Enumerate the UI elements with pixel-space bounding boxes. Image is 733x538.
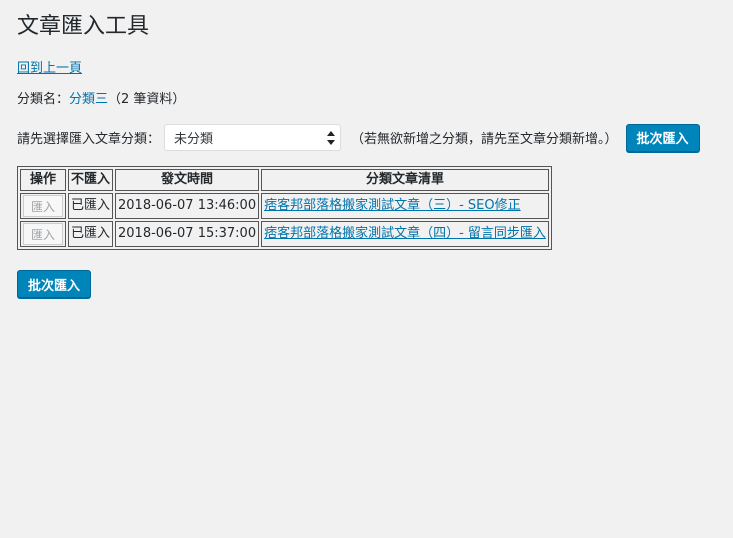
- category-select-value: 未分類: [174, 132, 214, 147]
- table-header-row: 操作 不匯入 發文時間 分類文章清單: [20, 169, 549, 191]
- skip-status: 已匯入: [68, 221, 114, 247]
- post-date: 2018-06-07 15:37:00: [115, 221, 260, 247]
- category-select[interactable]: 未分類: [164, 124, 342, 151]
- post-date: 2018-06-07 13:46:00: [115, 193, 260, 219]
- category-count: （2 筆資料）: [108, 92, 186, 107]
- category-select-label: 請先選擇匯入文章分類：: [17, 132, 161, 147]
- header-date: 發文時間: [115, 169, 260, 191]
- category-name: 分類三: [69, 92, 109, 107]
- header-action: 操作: [20, 169, 66, 191]
- page: { "page": { "title": "文章匯入工具", "back_lin…: [0, 0, 733, 538]
- header-list: 分類文章清單: [261, 169, 549, 191]
- page-title: 文章匯入工具: [17, 14, 150, 39]
- import-table: 操作 不匯入 發文時間 分類文章清單 匯入 已匯入 2018-06-07 13:…: [17, 166, 552, 250]
- category-line: 分類名：分類三（2 筆資料）: [17, 91, 185, 109]
- batch-import-button-bottom[interactable]: 批次匯入: [17, 270, 91, 298]
- table-row: 匯入 已匯入 2018-06-07 13:46:00 痞客邦部落格搬家測試文章（…: [20, 193, 549, 219]
- post-title-cell: 痞客邦部落格搬家測試文章（四）- 留言同步匯入: [261, 221, 549, 247]
- action-cell: 匯入: [20, 221, 66, 247]
- post-title-link[interactable]: 痞客邦部落格搬家測試文章（四）- 留言同步匯入: [264, 226, 546, 241]
- back-link[interactable]: 回到上一頁: [17, 60, 82, 78]
- import-button[interactable]: 匯入: [23, 195, 63, 217]
- category-select-row: 請先選擇匯入文章分類： 未分類 （若無欲新增之分類，請先至文章分類新增。） 批次…: [17, 123, 700, 152]
- post-title-link[interactable]: 痞客邦部落格搬家測試文章（三）- SEO修正: [264, 198, 521, 213]
- skip-status: 已匯入: [68, 193, 114, 219]
- select-arrows-icon: [327, 131, 336, 145]
- action-cell: 匯入: [20, 193, 66, 219]
- header-skip: 不匯入: [68, 169, 114, 191]
- import-button[interactable]: 匯入: [23, 223, 63, 245]
- category-hint: （若無欲新增之分類，請先至文章分類新增。）: [351, 132, 618, 147]
- category-label: 分類名：: [17, 92, 70, 107]
- post-title-cell: 痞客邦部落格搬家測試文章（三）- SEO修正: [261, 193, 549, 219]
- table-row: 匯入 已匯入 2018-06-07 15:37:00 痞客邦部落格搬家測試文章（…: [20, 221, 549, 247]
- batch-import-button-top[interactable]: 批次匯入: [625, 123, 700, 152]
